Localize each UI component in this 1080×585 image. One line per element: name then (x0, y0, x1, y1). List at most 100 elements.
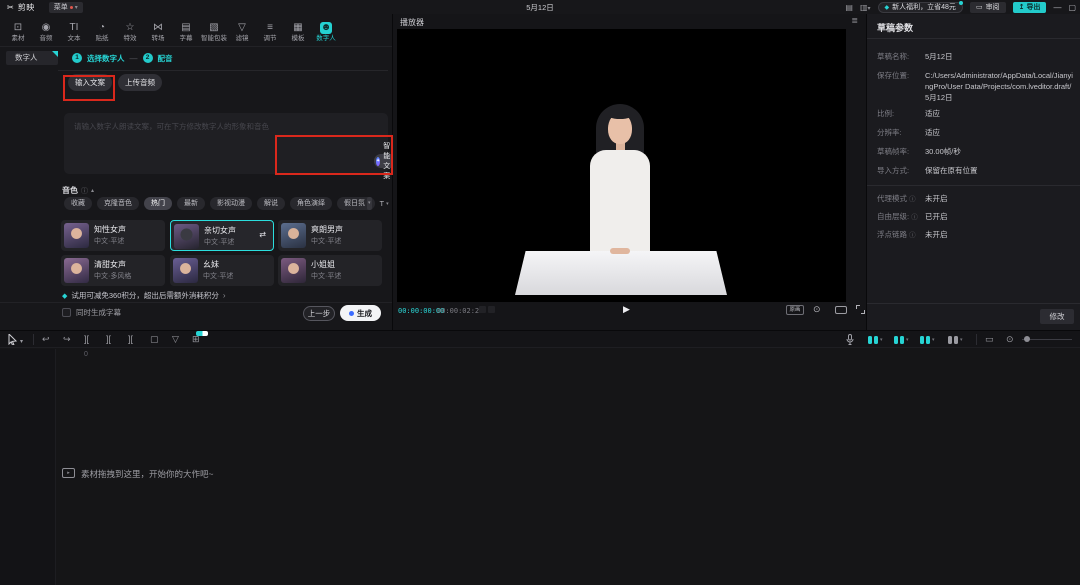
voice-card[interactable]: 幺妹 中文·平述 (170, 255, 274, 286)
split-right-icon[interactable]: ][ (128, 334, 133, 345)
voice-sort-control[interactable]: T▾ (380, 197, 389, 210)
modify-button[interactable]: 修改 (1040, 309, 1074, 324)
divider (867, 303, 1080, 304)
microphone-icon[interactable] (846, 334, 854, 345)
left-panel: ⊡素材 ◉音频 TI文本 ◔贴纸 ☆特效 ⋈转场 ▤字幕 ▧智能包装 ▽滤镜 ≡… (0, 14, 392, 330)
tab-adjust[interactable]: ≡调节 (256, 14, 284, 46)
filter-chip-favorites[interactable]: 收藏 (64, 197, 92, 210)
export-button[interactable]: ↥ 导出 (1013, 2, 1047, 13)
text-icon: TI (70, 22, 79, 34)
subtitle-checkbox[interactable] (62, 308, 71, 317)
gem-icon: ◆ (62, 292, 67, 300)
tab-text[interactable]: TI文本 (60, 14, 88, 46)
auto-snap-toggle[interactable]: ▾ (894, 334, 914, 345)
tab-transition[interactable]: ⋈转场 (144, 14, 172, 46)
voice-card[interactable]: 小姐姐 中文·平述 (278, 255, 382, 286)
promo-button[interactable]: ◆ 新人福利，立省48元 (878, 2, 963, 13)
preview-axis-toggle[interactable]: ▾ (948, 334, 968, 345)
draft-params-panel: 草稿参数 草稿名称: 5月12日 保存位置: C:/Users/Administ… (867, 14, 1080, 330)
voice-card[interactable]: 爽朗男声 中文·平述 (278, 220, 382, 251)
category-dropdown[interactable]: 数字人 (6, 51, 58, 65)
voice-card[interactable]: 清甜女声 中文·多风格 (61, 255, 165, 286)
voice-tag: 中文·平述 (311, 271, 341, 281)
filter-chip-newest[interactable]: 最新 (177, 197, 205, 210)
redo-icon[interactable]: ↪ (63, 334, 71, 345)
audio-icon: ◉ (42, 22, 51, 34)
upload-audio-button[interactable]: 上传音频 (118, 74, 162, 91)
transition-icon: ⋈ (153, 22, 163, 34)
draft-name-value: 5月12日 (925, 51, 1075, 62)
zoom-slider-knob[interactable] (1024, 336, 1030, 342)
frame-view-icon[interactable]: ▭ (985, 334, 994, 345)
step2-number: 2 (143, 53, 153, 63)
mask-icon[interactable]: ▽ (172, 334, 179, 345)
tab-effects[interactable]: ☆特效 (116, 14, 144, 46)
player-menu-icon[interactable]: ≣ (851, 16, 858, 25)
framerate-value: 30.00帧/秒 (925, 146, 1075, 157)
step2-label[interactable]: 配音 (158, 53, 173, 64)
filter-chip-narration[interactable]: 解说 (257, 197, 285, 210)
ai-sparkle-icon: ✦ (376, 157, 380, 166)
split-left-icon[interactable]: ][ (106, 334, 111, 345)
voice-name: 亲切女声 (204, 225, 236, 236)
filter-chip-film[interactable]: 影视动漫 (210, 197, 252, 210)
voice-card-selected[interactable]: 亲切女声 中文·平述 ⇄ (170, 220, 274, 251)
voice-avatar (64, 258, 89, 283)
generate-button[interactable]: 生成 (340, 305, 381, 321)
link-toggle[interactable]: ▾ (920, 334, 940, 345)
minimize-button[interactable]: — (1053, 3, 1061, 12)
cursor-tool-icon[interactable] (8, 334, 17, 345)
previous-step-button[interactable]: 上一步 (303, 306, 335, 321)
marker-button[interactable] (488, 306, 495, 313)
main-track-magnet-toggle[interactable]: ▾ (868, 334, 888, 345)
layout-icon[interactable]: ▤ (845, 3, 853, 12)
tab-template[interactable]: ▦模板 (284, 14, 312, 46)
tab-filter[interactable]: ▽滤镜 (228, 14, 256, 46)
tab-subtitle[interactable]: ▤字幕 (172, 14, 200, 46)
fit-frame-icon[interactable]: ⊙ (813, 304, 821, 315)
chevron-down-icon: ▾ (868, 6, 871, 12)
credits-notice[interactable]: ◆ 试用可减免360积分，超出后需额外消耗积分 › (62, 290, 226, 301)
player-title: 播放器 (400, 17, 424, 28)
play-button[interactable]: ▶ (623, 304, 630, 315)
filter-chip-holiday[interactable]: 假日氛▾ (337, 197, 375, 210)
ratio-icon[interactable] (835, 306, 847, 314)
input-script-button[interactable]: 输入文案 (68, 74, 112, 91)
proxy-mode-value: 未开启 (925, 193, 1075, 204)
filter-chip-roleplay[interactable]: 角色演绎 (290, 197, 332, 210)
tab-audio[interactable]: ◉音频 (32, 14, 60, 46)
tab-media[interactable]: ⊡素材 (4, 14, 32, 46)
filter-chip-clone[interactable]: 克隆音色 (97, 197, 139, 210)
tab-digital-human[interactable]: ☻数字人 (312, 14, 340, 46)
delete-icon[interactable]: ▢ (150, 334, 159, 345)
collapse-icon[interactable]: ▴ (91, 187, 94, 194)
step1-label[interactable]: 选择数字人 (87, 53, 125, 64)
gem-icon: ◆ (885, 4, 890, 11)
tab-smart-pack[interactable]: ▧智能包装 (200, 14, 228, 46)
voice-tag: 中文·平述 (204, 237, 234, 247)
split-icon[interactable]: ][ (84, 334, 89, 345)
voice-card[interactable]: 知性女声 中文·平述 (61, 220, 165, 251)
filter-chip-hot[interactable]: 热门 (144, 197, 172, 210)
video-preview[interactable] (397, 29, 846, 302)
fullscreen-icon[interactable] (856, 305, 865, 314)
zoom-fit-icon[interactable]: ⊙ (1006, 334, 1014, 345)
layout-split-icon[interactable]: ▥▾ (860, 3, 871, 12)
app-window: ✂ 剪映 菜单 ▾ 5月12日 ▤ ▥▾ ◆ 新人福利，立省48元 ▭ 审阅 ↥… (0, 0, 1080, 585)
marker-button[interactable] (479, 306, 486, 313)
promo-label: 新人福利，立省48元 (892, 2, 956, 12)
chevron-down-icon[interactable]: ▾ (20, 337, 23, 348)
divider (33, 334, 34, 345)
undo-icon[interactable]: ↩ (42, 334, 50, 345)
quality-badge[interactable]: 原画 (786, 305, 804, 315)
panel-title: 草稿参数 (877, 21, 913, 34)
review-button[interactable]: ▭ 审阅 (970, 2, 1006, 13)
tab-sticker[interactable]: ◔贴纸 (88, 14, 116, 46)
script-textarea[interactable]: 请输入数字人朗读文案，可在下方修改数字人的形象和音色 ✦ 智能文案 BETA (64, 113, 388, 174)
maximize-button[interactable]: ▢ (1068, 3, 1076, 12)
step-indicator: 1 选择数字人 — 2 配音 (72, 51, 173, 65)
voice-switch-icon[interactable]: ⇄ (259, 230, 266, 239)
voice-avatar (281, 223, 306, 248)
player-controls: 00:00:00:00 00:00:02:23 ▶ 原画 ⊙ (393, 302, 866, 330)
info-icon: ⓘ (909, 232, 916, 239)
